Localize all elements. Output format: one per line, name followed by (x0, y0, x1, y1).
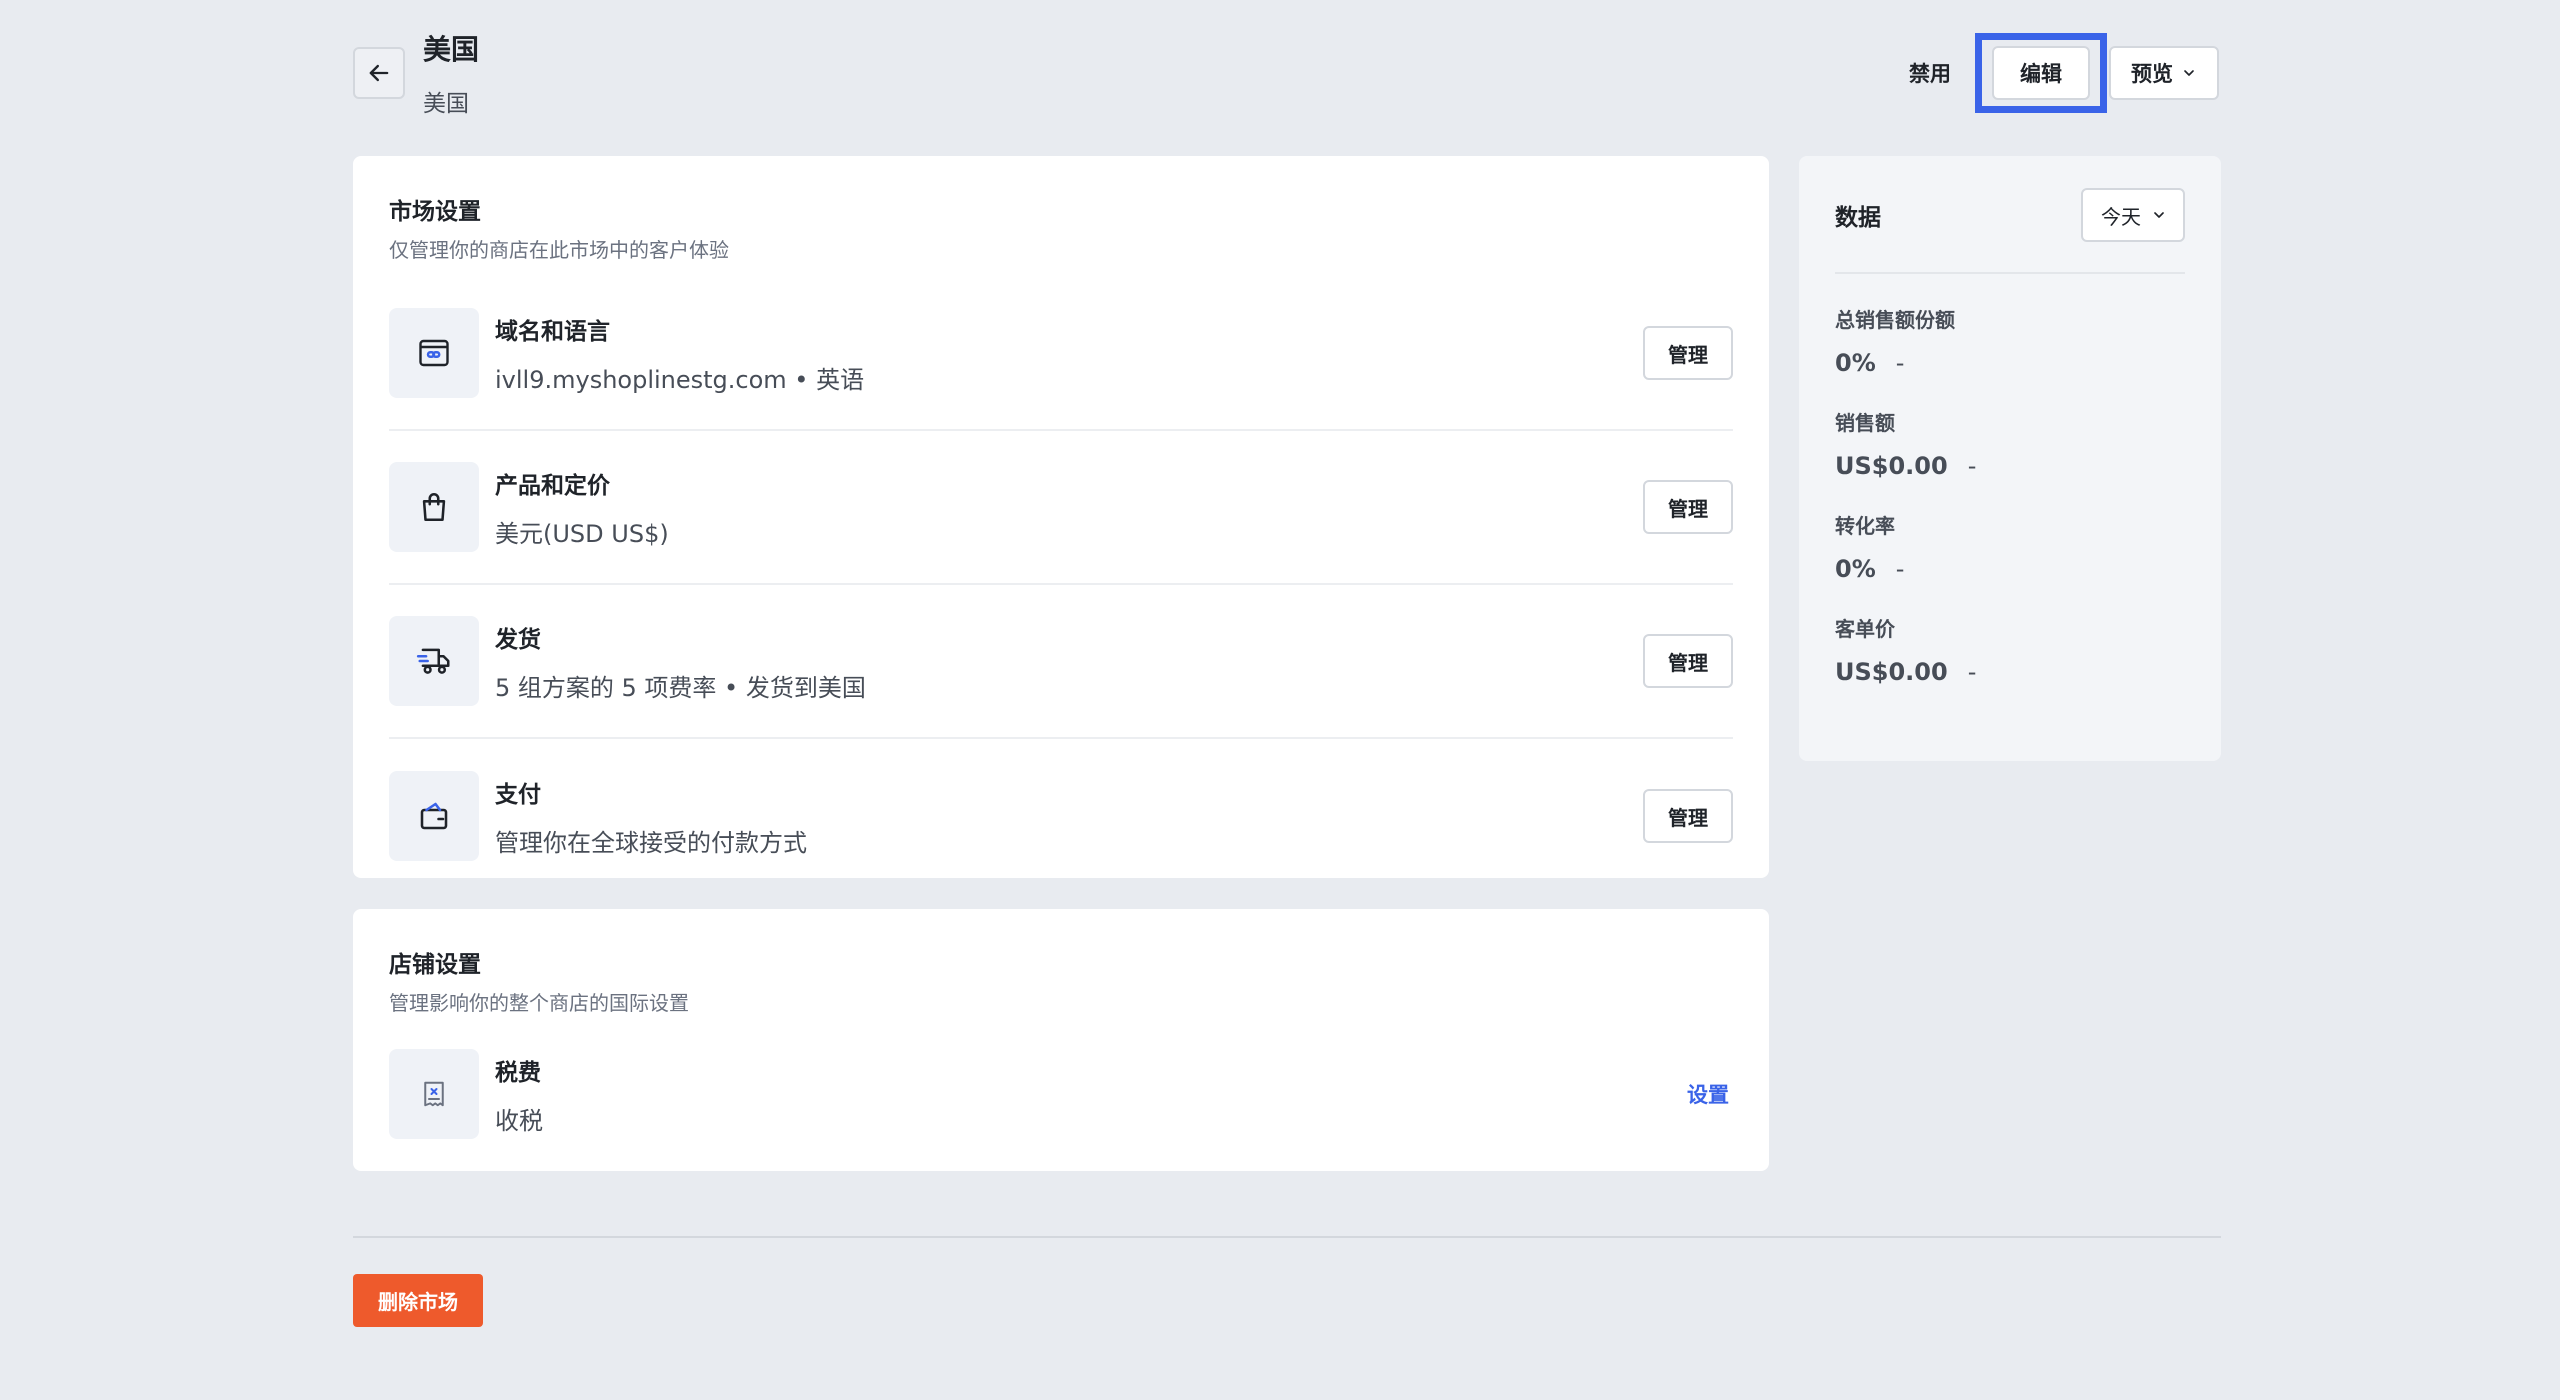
data-panel-title: 数据 (1835, 205, 1881, 231)
disable-button[interactable]: 禁用 (1885, 58, 1975, 88)
row-subtitle: ivll9.myshoplinestg.com • 英语 (495, 365, 865, 394)
metric-value: 0% (1835, 349, 1876, 377)
metric-value-row: US$0.00- (1835, 452, 2185, 480)
back-button[interactable] (353, 47, 405, 99)
date-range-label: 今天 (2101, 204, 2141, 229)
metric-trend: - (1967, 658, 1977, 686)
footer-divider (353, 1236, 2221, 1238)
row-title: 税费 (495, 1059, 541, 1086)
list-item-payment: 支付 管理你在全球接受的付款方式 管理 (389, 739, 1733, 893)
list-item-shipping: 发货 5 组方案的 5 项费率 • 发货到美国 管理 (389, 585, 1733, 739)
manage-shipping-button[interactable]: 管理 (1643, 634, 1733, 688)
wallet-icon (389, 771, 479, 861)
arrow-left-icon (369, 64, 389, 82)
row-title: 发货 (495, 626, 541, 653)
row-title: 域名和语言 (495, 318, 610, 345)
metric-value: US$0.00 (1835, 658, 1948, 686)
manage-products-button[interactable]: 管理 (1643, 480, 1733, 534)
list-item-products-pricing: 产品和定价 美元(USD US$) 管理 (389, 431, 1733, 585)
edit-button-highlight: 编辑 (1975, 33, 2107, 113)
metric-value-row: 0% - (1835, 349, 2185, 377)
market-settings-title: 市场设置 (389, 199, 481, 225)
row-subtitle: 美元(USD US$) (495, 519, 669, 548)
page-subtitle: 美国 (423, 91, 469, 117)
metric-value-row: US$0.00- (1835, 658, 2185, 686)
data-panel: 数据 今天 总销售额份额 0%- 销售额 US$0.00- 转化率 0%- (1799, 156, 2221, 761)
metric-total-sales-share: 总销售额份额 0% - (1835, 304, 2185, 377)
store-settings-description: 管理影响你的整个商店的国际设置 (389, 991, 689, 1015)
list-item-domain-language: 域名和语言 ivll9.myshoplinestg.com • 英语 管理 (389, 277, 1733, 431)
row-subtitle: 5 组方案的 5 项费率 • 发货到美国 (495, 673, 866, 702)
domain-icon (389, 308, 479, 398)
store-settings-title: 店铺设置 (389, 952, 481, 978)
metric-label: 转化率 (1835, 514, 1895, 538)
row-subtitle: 收税 (495, 1106, 543, 1135)
metric-trend: - (1967, 452, 1977, 480)
manage-payment-button[interactable]: 管理 (1643, 789, 1733, 843)
header-actions: 禁用 编辑 预览 (1885, 33, 2219, 113)
metric-label: 客单价 (1835, 617, 1895, 641)
metric-trend: - (1895, 349, 1905, 377)
row-title: 支付 (495, 781, 541, 808)
delete-market-button[interactable]: 删除市场 (353, 1274, 483, 1327)
page-title: 美国 (423, 33, 480, 66)
delivery-truck-icon (389, 616, 479, 706)
metric-trend: - (1895, 555, 1905, 583)
metric-conversion-rate: 转化率 0% - (1835, 510, 2185, 583)
tax-settings-link[interactable]: 设置 (1687, 1079, 1729, 1109)
preview-dropdown[interactable]: 预览 (2109, 46, 2219, 100)
metric-average-order-value: 客单价 US$0.00- (1835, 613, 2185, 686)
date-range-dropdown[interactable]: 今天 (2081, 188, 2185, 242)
metric-sales: 销售额 US$0.00- (1835, 407, 2185, 480)
tax-receipt-icon (389, 1049, 479, 1139)
preview-label: 预览 (2131, 62, 2173, 86)
metric-value: US$0.00 (1835, 452, 1948, 480)
edit-button[interactable]: 编辑 (1992, 46, 2090, 100)
market-detail-page: 美国 美国 禁用 编辑 预览 市场设置 仅管理你的商店在此市场中的客户体验 域名… (0, 0, 2560, 1400)
market-settings-description: 仅管理你的商店在此市场中的客户体验 (389, 238, 729, 262)
list-item-tax: 税费 收税 设置 (389, 1034, 1733, 1154)
chevron-down-icon (2184, 70, 2194, 76)
shopping-bag-icon (389, 462, 479, 552)
metric-label: 销售额 (1835, 411, 1895, 435)
chevron-down-icon (2154, 212, 2164, 218)
row-title: 产品和定价 (495, 472, 610, 499)
metric-value: 0% (1835, 555, 1876, 583)
market-settings-card: 市场设置 仅管理你的商店在此市场中的客户体验 域名和语言 ivll9.mysho… (353, 156, 1769, 878)
row-subtitle: 管理你在全球接受的付款方式 (495, 828, 807, 857)
manage-domain-button[interactable]: 管理 (1643, 326, 1733, 380)
metric-label: 总销售额份额 (1835, 308, 1955, 332)
metric-value-row: 0% - (1835, 555, 2185, 583)
store-settings-card: 店铺设置 管理影响你的整个商店的国际设置 税费 收税 设置 (353, 909, 1769, 1171)
